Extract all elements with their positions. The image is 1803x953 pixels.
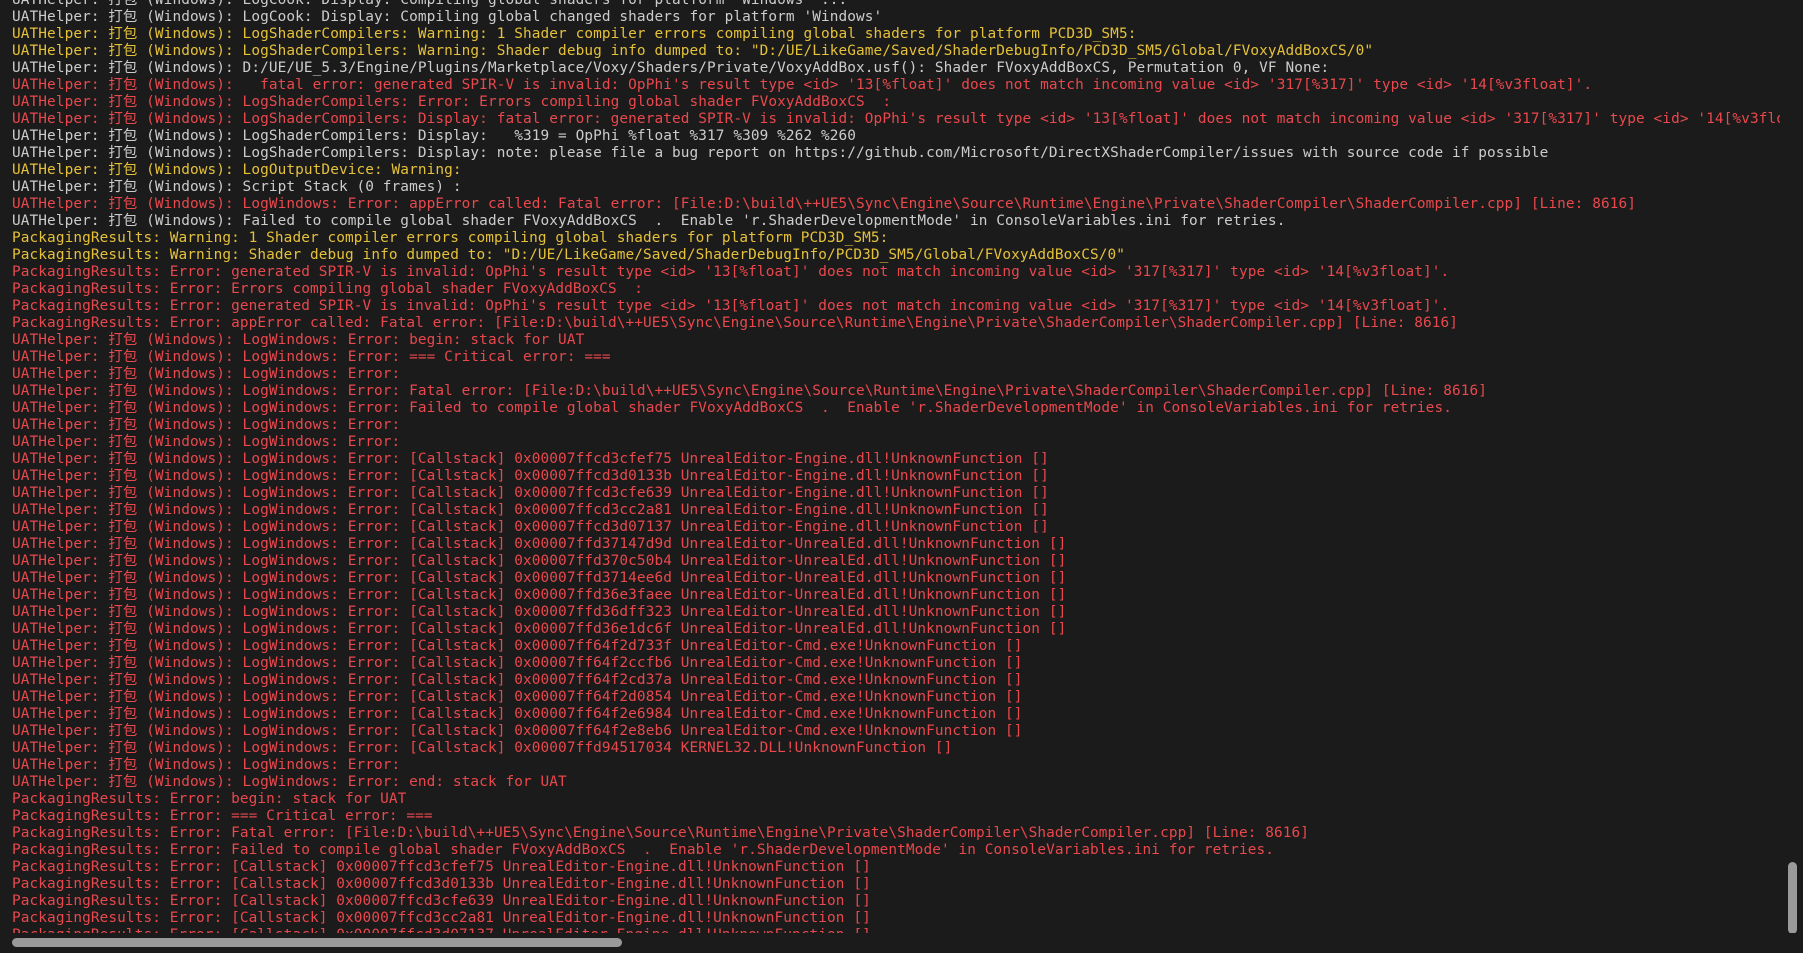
log-line: UATHelper: 打包 (Windows): LogWindows: Err…	[12, 332, 585, 348]
vertical-scrollbar[interactable]	[1781, 0, 1803, 934]
log-line: PackagingResults: Error: generated SPIR-…	[12, 298, 1450, 314]
log-line: UATHelper: 打包 (Windows): LogWindows: Err…	[12, 570, 1067, 586]
log-line: UATHelper: 打包 (Windows): LogWindows: Err…	[12, 672, 1023, 688]
horizontal-scrollbar-thumb[interactable]	[12, 938, 622, 947]
log-line: UATHelper: 打包 (Windows): Failed to compi…	[12, 213, 1286, 229]
log-line: UATHelper: 打包 (Windows): LogShaderCompil…	[12, 111, 1780, 127]
horizontal-scrollbar[interactable]	[0, 933, 1803, 953]
log-line: UATHelper: 打包 (Windows): LogWindows: Err…	[12, 468, 1049, 484]
log-line: PackagingResults: Error: === Critical er…	[12, 808, 433, 824]
output-log-panel[interactable]: UATHelper: 打包 (Windows): LogCook: Displa…	[0, 0, 1780, 933]
log-line: UATHelper: 打包 (Windows): LogWindows: Err…	[12, 366, 401, 382]
log-line: UATHelper: 打包 (Windows): LogOutputDevice…	[12, 162, 462, 178]
log-line: UATHelper: 打包 (Windows): LogWindows: Err…	[12, 349, 611, 365]
log-line: UATHelper: 打包 (Windows): LogWindows: Err…	[12, 451, 1049, 467]
vertical-scrollbar-thumb[interactable]	[1788, 862, 1797, 934]
log-line: PackagingResults: Error: [Callstack] 0x0…	[12, 910, 871, 926]
log-line: PackagingResults: Error: [Callstack] 0x0…	[12, 859, 871, 875]
log-line: UATHelper: 打包 (Windows): LogShaderCompil…	[12, 94, 892, 110]
log-line: UATHelper: 打包 (Windows): LogWindows: Err…	[12, 196, 1637, 212]
log-line: UATHelper: 打包 (Windows): LogWindows: Err…	[12, 587, 1067, 603]
log-text-area[interactable]: UATHelper: 打包 (Windows): LogCook: Displa…	[12, 0, 1780, 933]
log-line: UATHelper: 打包 (Windows): LogWindows: Err…	[12, 774, 567, 790]
log-line: PackagingResults: Warning: 1 Shader comp…	[12, 230, 889, 246]
log-line: UATHelper: 打包 (Windows): LogWindows: Err…	[12, 638, 1023, 654]
log-line: PackagingResults: Error: [Callstack] 0x0…	[12, 893, 871, 909]
log-line: UATHelper: 打包 (Windows): LogWindows: Err…	[12, 383, 1488, 399]
log-line: UATHelper: 打包 (Windows): LogWindows: Err…	[12, 536, 1067, 552]
log-line: UATHelper: 打包 (Windows): D:/UE/UE_5.3/En…	[12, 60, 1330, 76]
log-line: UATHelper: 打包 (Windows): LogWindows: Err…	[12, 740, 953, 756]
log-line: UATHelper: 打包 (Windows): LogWindows: Err…	[12, 502, 1049, 518]
log-line: PackagingResults: Warning: Shader debug …	[12, 247, 1126, 263]
log-line: UATHelper: 打包 (Windows): LogWindows: Err…	[12, 434, 401, 450]
log-line: UATHelper: 打包 (Windows): LogWindows: Err…	[12, 689, 1023, 705]
log-line: PackagingResults: Error: Fatal error: [F…	[12, 825, 1310, 841]
log-line: PackagingResults: Error: generated SPIR-…	[12, 264, 1450, 280]
log-line: UATHelper: 打包 (Windows): fatal error: ge…	[12, 77, 1593, 93]
log-line: UATHelper: 打包 (Windows): LogCook: Displa…	[12, 0, 848, 8]
log-line: UATHelper: 打包 (Windows): LogWindows: Err…	[12, 655, 1023, 671]
log-line: PackagingResults: Error: begin: stack fo…	[12, 791, 407, 807]
log-line: UATHelper: 打包 (Windows): LogShaderCompil…	[12, 128, 857, 144]
log-line: UATHelper: 打包 (Windows): LogWindows: Err…	[12, 417, 401, 433]
log-line: UATHelper: 打包 (Windows): LogCook: Displa…	[12, 9, 883, 25]
log-line: UATHelper: 打包 (Windows): LogWindows: Err…	[12, 621, 1067, 637]
log-line: UATHelper: 打包 (Windows): LogWindows: Err…	[12, 519, 1049, 535]
log-line: UATHelper: 打包 (Windows): LogWindows: Err…	[12, 604, 1067, 620]
log-line: UATHelper: 打包 (Windows): LogWindows: Err…	[12, 553, 1067, 569]
log-line: PackagingResults: Error: [Callstack] 0x0…	[12, 876, 871, 892]
log-line: PackagingResults: Error: appError called…	[12, 315, 1459, 331]
log-line: UATHelper: 打包 (Windows): LogWindows: Err…	[12, 757, 401, 773]
log-line: UATHelper: 打包 (Windows): LogWindows: Err…	[12, 400, 1452, 416]
log-line: UATHelper: 打包 (Windows): LogWindows: Err…	[12, 485, 1049, 501]
log-line: UATHelper: 打包 (Windows): LogWindows: Err…	[12, 706, 1023, 722]
log-line: UATHelper: 打包 (Windows): LogShaderCompil…	[12, 43, 1374, 59]
log-line: UATHelper: 打包 (Windows): Script Stack (0…	[12, 179, 462, 195]
log-line: PackagingResults: Error: Failed to compi…	[12, 842, 1274, 858]
log-line: PackagingResults: Error: Errors compilin…	[12, 281, 643, 297]
log-line: UATHelper: 打包 (Windows): LogWindows: Err…	[12, 723, 1023, 739]
log-line: UATHelper: 打包 (Windows): LogShaderCompil…	[12, 145, 1549, 161]
log-line: UATHelper: 打包 (Windows): LogShaderCompil…	[12, 26, 1137, 42]
